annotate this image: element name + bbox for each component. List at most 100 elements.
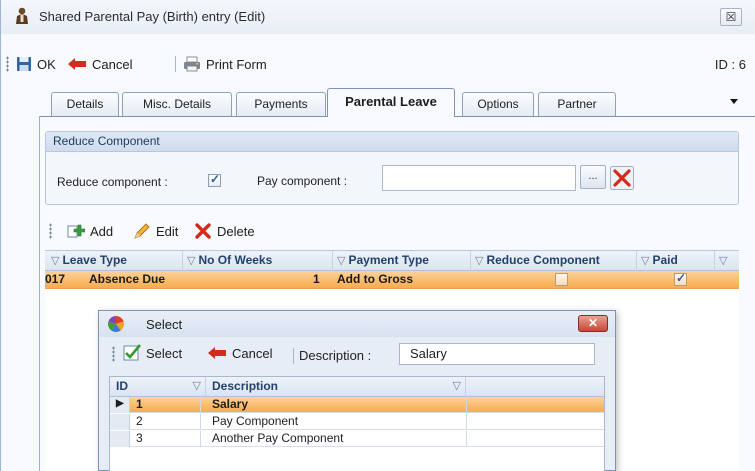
dialog-title: Select	[146, 317, 183, 332]
tab-strip: Details Misc. Details Payments Parental …	[1, 88, 755, 117]
add-icon	[67, 224, 85, 238]
row-divider	[466, 397, 467, 413]
select-dialog: Select ✕ Select Cancel Description : Sal…	[98, 310, 616, 471]
filter-icon[interactable]: ▽	[641, 255, 649, 267]
edit-button[interactable]: Edit	[133, 222, 178, 240]
tab-payments[interactable]: Payments	[236, 92, 326, 116]
tab-options[interactable]: Options	[462, 92, 534, 116]
row-divider	[200, 414, 201, 430]
filter-icon[interactable]: ▽	[337, 255, 345, 267]
pencil-icon	[134, 223, 150, 239]
delete-button[interactable]: Delete	[194, 222, 255, 240]
cell-leave-type: Absence Due	[89, 272, 166, 286]
edit-label: Edit	[156, 223, 179, 239]
dialog-title-bar: Select ✕	[99, 311, 615, 337]
check-icon: ✓	[210, 172, 221, 186]
column-filter-extra[interactable]: ▽	[715, 251, 739, 271]
print-form-button[interactable]: Print Form	[183, 55, 267, 73]
row-description: Another Pay Component	[212, 431, 344, 445]
select-grid-header: ID ▽ Description ▽	[110, 377, 604, 397]
tab-misc-details[interactable]: Misc. Details	[122, 92, 232, 116]
toolbar-grip[interactable]	[6, 56, 9, 72]
column-header-paid[interactable]: ▽ Paid	[637, 251, 715, 271]
row-indicator	[110, 431, 130, 447]
dialog-toolbar: Select Cancel Description : Salary	[99, 341, 615, 371]
add-button[interactable]: Add	[67, 222, 113, 240]
dialog-select-button[interactable]: Select	[123, 344, 182, 362]
row-divider	[466, 414, 467, 430]
row-description: Salary	[212, 397, 249, 411]
list-item[interactable]: 2 Pay Component	[110, 414, 604, 430]
description-search-input[interactable]: Salary	[399, 343, 595, 365]
dialog-toolbar-separator	[293, 348, 294, 364]
table-row[interactable]: 017 Absence Due 1 Add to Gross ✓	[45, 271, 739, 289]
main-window: Shared Parental Pay (Birth) entry (Edit)…	[0, 0, 755, 471]
ok-button[interactable]: OK	[16, 55, 56, 73]
filter-icon[interactable]: ▽	[187, 255, 195, 267]
cell-paid-checkbox[interactable]: ✓	[674, 271, 687, 286]
column-label: No Of Weeks	[198, 253, 273, 267]
row-divider	[200, 431, 201, 447]
filter-icon[interactable]: ▽	[51, 255, 59, 267]
row-divider	[466, 431, 467, 447]
dialog-close-button[interactable]: ✕	[578, 315, 608, 332]
column-label: Paid	[652, 253, 678, 267]
row-id: 2	[136, 414, 143, 428]
dialog-cancel-button[interactable]: Cancel	[207, 344, 272, 362]
grid-toolbar: Add Edit Delete	[45, 219, 739, 243]
tab-partner[interactable]: Partner	[538, 92, 616, 116]
toolbar-separator	[175, 56, 176, 72]
column-header-payment-type[interactable]: ▽ Payment Type	[333, 251, 471, 271]
cell-reduce-checkbox[interactable]	[555, 273, 568, 286]
main-toolbar: OK Cancel Print Form ID : 6	[1, 52, 755, 76]
color-wheel-icon	[108, 316, 124, 332]
row-description: Pay Component	[212, 414, 299, 428]
reduce-component-checkbox[interactable]: ✓	[208, 172, 221, 187]
tab-parental-leave[interactable]: Parental Leave	[327, 88, 455, 117]
tab-overflow-dropdown-icon[interactable]	[730, 99, 738, 104]
grid-toolbar-grip[interactable]	[49, 223, 52, 239]
column-label: ID	[116, 379, 128, 393]
pay-component-input[interactable]	[382, 165, 576, 191]
title-bar: Shared Parental Pay (Birth) entry (Edit)…	[1, 0, 755, 34]
cell-weeks: 1	[313, 272, 320, 286]
reduce-component-label: Reduce component :	[57, 175, 168, 189]
row-id: 1	[136, 397, 143, 411]
window-title: Shared Parental Pay (Birth) entry (Edit)	[39, 9, 266, 24]
row-divider	[200, 397, 201, 413]
description-label: Description :	[299, 348, 372, 363]
list-item[interactable]: ▶ 1 Salary	[110, 397, 604, 413]
browse-button[interactable]: ...	[580, 165, 606, 189]
group-header: Reduce Component	[46, 132, 738, 152]
column-header-description[interactable]: Description ▽	[206, 377, 466, 397]
column-header-leave-type[interactable]: ▽ Leave Type	[45, 251, 183, 271]
row-indicator: ▶	[110, 397, 130, 413]
row-id: 3	[136, 431, 143, 445]
dialog-select-label: Select	[146, 345, 183, 361]
grid-header: ▽ Leave Type ▽ No Of Weeks ▽ Payment Type ▽…	[45, 251, 739, 271]
dialog-toolbar-grip[interactable]	[112, 346, 115, 362]
column-header-reduce-component[interactable]: ▽ Reduce Component	[471, 251, 637, 271]
record-id: ID : 6	[714, 57, 746, 72]
current-row-arrow-icon: ▶	[116, 398, 124, 409]
filter-icon[interactable]: ▽	[193, 377, 201, 396]
filter-icon[interactable]: ▽	[719, 255, 727, 267]
column-header-id[interactable]: ID ▽	[110, 377, 206, 397]
filter-icon[interactable]: ▽	[453, 377, 461, 396]
clear-x-icon[interactable]	[610, 166, 634, 190]
add-label: Add	[90, 223, 114, 239]
column-header-no-of-weeks[interactable]: ▽ No Of Weeks	[183, 251, 333, 271]
column-label: Description	[212, 379, 279, 393]
filter-icon[interactable]: ▽	[475, 255, 483, 267]
cancel-button[interactable]: Cancel	[67, 55, 132, 73]
back-arrow-icon	[208, 347, 226, 359]
cell-date-fragment: 017	[45, 272, 66, 286]
save-icon	[17, 57, 31, 71]
tab-details[interactable]: Details	[51, 92, 119, 116]
ok-label: OK	[37, 56, 56, 72]
check-icon: ✓	[676, 271, 687, 285]
window-close-button[interactable]: ☒	[720, 8, 742, 26]
column-label: Payment Type	[348, 253, 429, 267]
dialog-cancel-label: Cancel	[232, 345, 273, 361]
list-item[interactable]: 3 Another Pay Component	[110, 431, 604, 447]
